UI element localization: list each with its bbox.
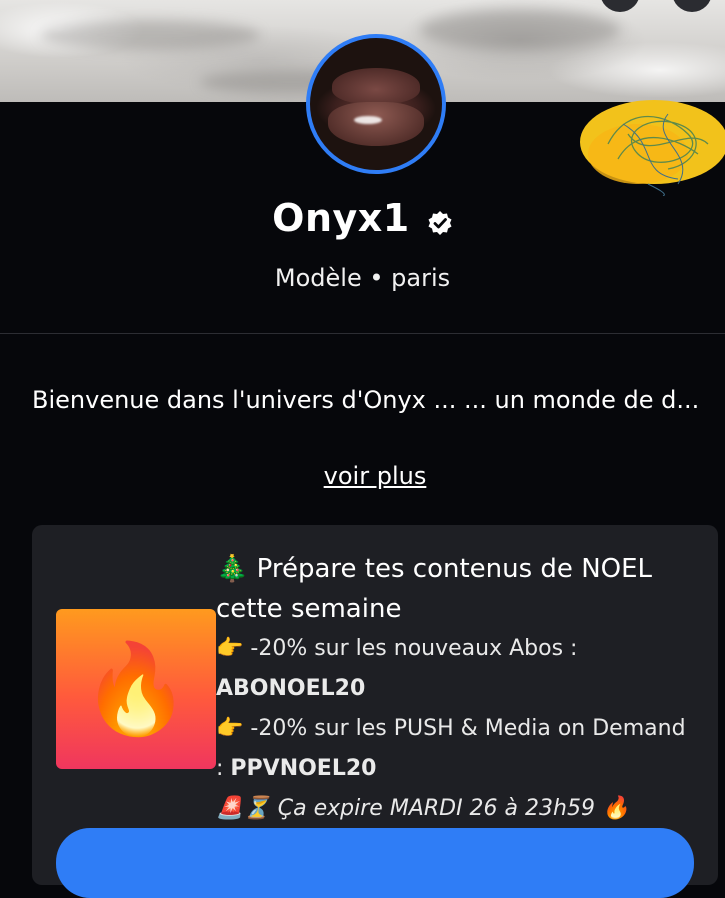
post-headline: 🎄 Prépare tes contenus de NOEL cette sem… [216, 554, 653, 624]
avatar[interactable] [306, 34, 446, 174]
cover-action-button[interactable] [600, 0, 640, 12]
profile-name: Onyx1 [272, 196, 410, 240]
subscribe-button[interactable] [56, 828, 694, 898]
avatar-lip-bottom [328, 102, 424, 146]
promo-code-abos: ABONOEL20 [216, 676, 366, 701]
cover-fold [420, 10, 620, 50]
profile-bio: Bienvenue dans l'univers d'Onyx ... ... … [32, 386, 700, 414]
see-more-link[interactable]: voir plus [0, 462, 725, 490]
profile-subtitle: Modèle • paris [274, 264, 451, 292]
divider [0, 333, 725, 334]
post-text: 🎄 Prépare tes contenus de NOEL cette sem… [216, 549, 696, 829]
promo-code-ppv: PPVNOEL20 [230, 756, 377, 781]
profile-header: Onyx1 [0, 196, 725, 240]
post-line-abos-text: 👉 -20% sur les nouveaux Abos : [216, 636, 578, 661]
post-line-abos: 👉 -20% sur les nouveaux Abos : ABONOEL20 [216, 629, 696, 709]
avatar-lip-shine [354, 116, 382, 124]
cover-menu-button[interactable] [672, 0, 712, 12]
post-expiry: 🚨⏳ Ça expire MARDI 26 à 23h59 🔥 [216, 789, 696, 829]
yellow-scribble-overlay [580, 100, 725, 196]
avatar-lip-top [332, 68, 420, 104]
post-line-ppv: 👉 -20% sur les PUSH & Media on Demand : … [216, 709, 696, 789]
cover-fold [40, 20, 260, 50]
post-expiry-text: 🚨⏳ Ça expire MARDI 26 à 23h59 🔥 [216, 796, 630, 821]
fire-icon[interactable]: 🔥 [56, 609, 216, 769]
verified-badge-icon [428, 210, 452, 235]
